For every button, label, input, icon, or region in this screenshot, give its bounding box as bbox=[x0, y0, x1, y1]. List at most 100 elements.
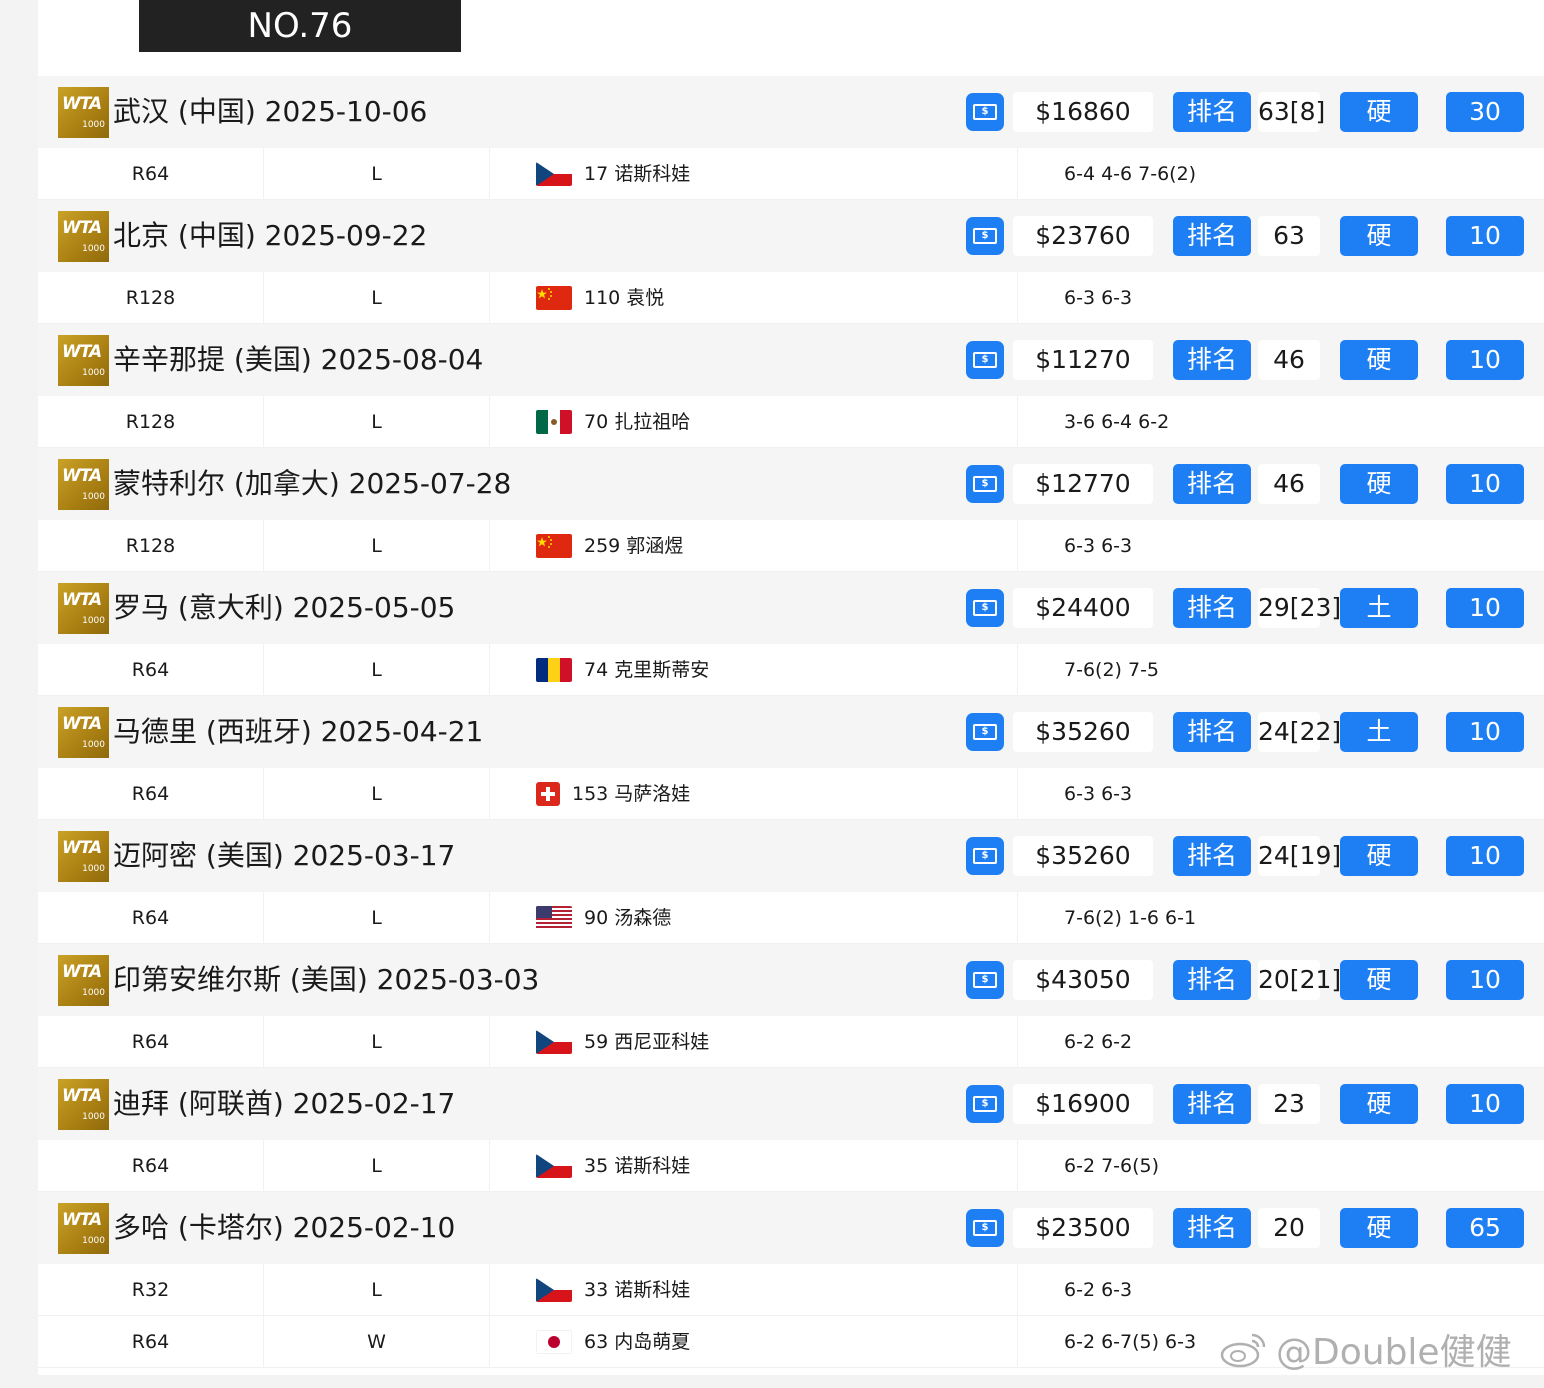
match-row[interactable]: R128 L 110 袁悦 6-3 6-3 bbox=[38, 272, 1544, 324]
wta-1000-logo: WTA 1000 bbox=[58, 583, 109, 634]
match-score: 6-4 4-6 7-6(2) bbox=[1064, 163, 1197, 185]
surface-button[interactable]: 硬 bbox=[1340, 464, 1418, 504]
surface-button[interactable]: 硬 bbox=[1340, 1084, 1418, 1124]
tournament-row[interactable]: WTA 1000 迈阿密 (美国) 2025-03-17 $ $35260 排名 24[19… bbox=[38, 820, 1544, 892]
points-button[interactable]: 10 bbox=[1446, 464, 1524, 504]
points-button[interactable]: 10 bbox=[1446, 216, 1524, 256]
prize-money-icon[interactable]: $ bbox=[966, 589, 1004, 627]
match-row[interactable]: R64 L 17 诺斯科娃 6-4 4-6 7-6(2) bbox=[38, 148, 1544, 200]
prize-money-icon[interactable]: $ bbox=[966, 1209, 1004, 1247]
opponent-name[interactable]: 74 克里斯蒂安 bbox=[584, 644, 709, 696]
match-result: L bbox=[264, 892, 490, 944]
surface-button[interactable]: 硬 bbox=[1340, 1208, 1418, 1248]
rank-value: 63[8] bbox=[1258, 92, 1325, 132]
tournament-title: 印第安维尔斯 (美国) 2025-03-03 bbox=[113, 963, 540, 996]
opponent-name[interactable]: 17 诺斯科娃 bbox=[584, 148, 690, 200]
rank-button[interactable]: 排名 bbox=[1173, 960, 1251, 1000]
prize-value: $43050 bbox=[1013, 960, 1153, 1000]
tournament-row[interactable]: WTA 1000 北京 (中国) 2025-09-22 $ $23760 排名 63 硬 10 bbox=[38, 200, 1544, 272]
tournament-title: 北京 (中国) 2025-09-22 bbox=[113, 219, 428, 252]
match-score: 6-3 6-3 bbox=[1064, 535, 1133, 557]
tournament-title: 蒙特利尔 (加拿大) 2025-07-28 bbox=[113, 467, 512, 500]
match-row[interactable]: R64 L 74 克里斯蒂安 7-6(2) 7-5 bbox=[38, 644, 1544, 696]
match-result: L bbox=[264, 1016, 490, 1068]
rank-value: 24[22] bbox=[1258, 712, 1341, 752]
tournament-row[interactable]: WTA 1000 罗马 (意大利) 2025-05-05 $ $24400 排名 29[23… bbox=[38, 572, 1544, 644]
prize-money-icon[interactable]: $ bbox=[966, 93, 1004, 131]
prize-money-icon[interactable]: $ bbox=[966, 341, 1004, 379]
opponent-cell: 70 扎拉祖哈 bbox=[490, 396, 1018, 448]
tournament-row[interactable]: WTA 1000 辛辛那提 (美国) 2025-08-04 $ $11270 排名 46 硬 1… bbox=[38, 324, 1544, 396]
tournament-title: 迪拜 (阿联酋) 2025-02-17 bbox=[113, 1087, 456, 1120]
points-button[interactable]: 10 bbox=[1446, 588, 1524, 628]
rank-button[interactable]: 排名 bbox=[1173, 1208, 1251, 1248]
tournament-row[interactable]: WTA 1000 武汉 (中国) 2025-10-06 $ $16860 排名 63[8] 硬… bbox=[38, 76, 1544, 148]
opponent-name[interactable]: 35 诺斯科娃 bbox=[584, 1140, 690, 1192]
opponent-name[interactable]: 33 诺斯科娃 bbox=[584, 1264, 690, 1316]
match-row[interactable]: R128 L 70 扎拉祖哈 3-6 6-4 6-2 bbox=[38, 396, 1544, 448]
match-row[interactable]: R64 L 153 马萨洛娃 6-3 6-3 bbox=[38, 768, 1544, 820]
prize-money-icon[interactable]: $ bbox=[966, 713, 1004, 751]
match-row[interactable]: R32 L 33 诺斯科娃 6-2 6-3 bbox=[38, 1264, 1544, 1316]
tournament-row[interactable]: WTA 1000 蒙特利尔 (加拿大) 2025-07-28 $ $12770 排名 46 硬… bbox=[38, 448, 1544, 520]
opponent-name[interactable]: 63 内岛萌夏 bbox=[584, 1316, 690, 1368]
rank-button[interactable]: 排名 bbox=[1173, 1084, 1251, 1124]
surface-button[interactable]: 硬 bbox=[1340, 92, 1418, 132]
opponent-name[interactable]: 259 郭涵煜 bbox=[584, 520, 683, 572]
match-result: L bbox=[264, 1140, 490, 1192]
match-row[interactable]: R64 L 90 汤森德 7-6(2) 1-6 6-1 bbox=[38, 892, 1544, 944]
rank-button[interactable]: 排名 bbox=[1173, 92, 1251, 132]
prize-money-icon[interactable]: $ bbox=[966, 465, 1004, 503]
opponent-name[interactable]: 153 马萨洛娃 bbox=[572, 768, 690, 820]
weibo-icon bbox=[1220, 1333, 1266, 1368]
czech-flag-icon bbox=[536, 1030, 572, 1054]
watermark-text: @Double健健 bbox=[1276, 1332, 1512, 1373]
surface-button[interactable]: 硬 bbox=[1340, 836, 1418, 876]
tournament-row[interactable]: WTA 1000 多哈 (卡塔尔) 2025-02-10 $ $23500 排名 20 硬 65 bbox=[38, 1192, 1544, 1264]
points-button[interactable]: 65 bbox=[1446, 1208, 1524, 1248]
prize-money-icon[interactable]: $ bbox=[966, 837, 1004, 875]
surface-button[interactable]: 硬 bbox=[1340, 216, 1418, 256]
tournament-title: 武汉 (中国) 2025-10-06 bbox=[113, 95, 428, 128]
surface-button[interactable]: 硬 bbox=[1340, 340, 1418, 380]
rank-button[interactable]: 排名 bbox=[1173, 712, 1251, 752]
wta-1000-logo: WTA 1000 bbox=[58, 335, 109, 386]
points-button[interactable]: 10 bbox=[1446, 712, 1524, 752]
surface-button[interactable]: 硬 bbox=[1340, 960, 1418, 1000]
rank-button[interactable]: 排名 bbox=[1173, 836, 1251, 876]
match-score: 6-3 6-3 bbox=[1064, 287, 1133, 309]
opponent-name[interactable]: 70 扎拉祖哈 bbox=[584, 396, 690, 448]
surface-button[interactable]: 土 bbox=[1340, 712, 1418, 752]
czech-flag-icon bbox=[536, 1154, 572, 1178]
tournament-row[interactable]: WTA 1000 马德里 (西班牙) 2025-04-21 $ $35260 排名 24[2… bbox=[38, 696, 1544, 768]
rank-button[interactable]: 排名 bbox=[1173, 588, 1251, 628]
match-row[interactable]: R64 L 35 诺斯科娃 6-2 7-6(5) bbox=[38, 1140, 1544, 1192]
prize-money-icon[interactable]: $ bbox=[966, 217, 1004, 255]
opponent-cell: 153 马萨洛娃 bbox=[490, 768, 1018, 820]
points-button[interactable]: 30 bbox=[1446, 92, 1524, 132]
points-button[interactable]: 10 bbox=[1446, 340, 1524, 380]
tournament-row[interactable]: WTA 1000 迪拜 (阿联酋) 2025-02-17 $ $16900 排名 23 硬 10 bbox=[38, 1068, 1544, 1140]
points-button[interactable]: 10 bbox=[1446, 836, 1524, 876]
match-round: R128 bbox=[38, 520, 264, 572]
romania-flag-icon bbox=[536, 658, 572, 682]
prize-money-icon[interactable]: $ bbox=[966, 1085, 1004, 1123]
points-button[interactable]: 10 bbox=[1446, 960, 1524, 1000]
rank-button[interactable]: 排名 bbox=[1173, 340, 1251, 380]
wta-1000-logo: WTA 1000 bbox=[58, 1079, 109, 1130]
match-round: R64 bbox=[38, 892, 264, 944]
match-row[interactable]: R128 L 259 郭涵煜 6-3 6-3 bbox=[38, 520, 1544, 572]
opponent-name[interactable]: 59 西尼亚科娃 bbox=[584, 1016, 709, 1068]
points-button[interactable]: 10 bbox=[1446, 1084, 1524, 1124]
japan-flag-icon bbox=[536, 1330, 572, 1354]
tournament-row[interactable]: WTA 1000 印第安维尔斯 (美国) 2025-03-03 $ $43050 排名 20… bbox=[38, 944, 1544, 1016]
opponent-name[interactable]: 110 袁悦 bbox=[584, 272, 664, 324]
prize-value: $16900 bbox=[1013, 1084, 1153, 1124]
match-row[interactable]: R64 L 59 西尼亚科娃 6-2 6-2 bbox=[38, 1016, 1544, 1068]
rank-button[interactable]: 排名 bbox=[1173, 216, 1251, 256]
prize-money-icon[interactable]: $ bbox=[966, 961, 1004, 999]
rank-value: 23 bbox=[1258, 1084, 1320, 1124]
rank-button[interactable]: 排名 bbox=[1173, 464, 1251, 504]
surface-button[interactable]: 土 bbox=[1340, 588, 1418, 628]
opponent-name[interactable]: 90 汤森德 bbox=[584, 892, 671, 944]
